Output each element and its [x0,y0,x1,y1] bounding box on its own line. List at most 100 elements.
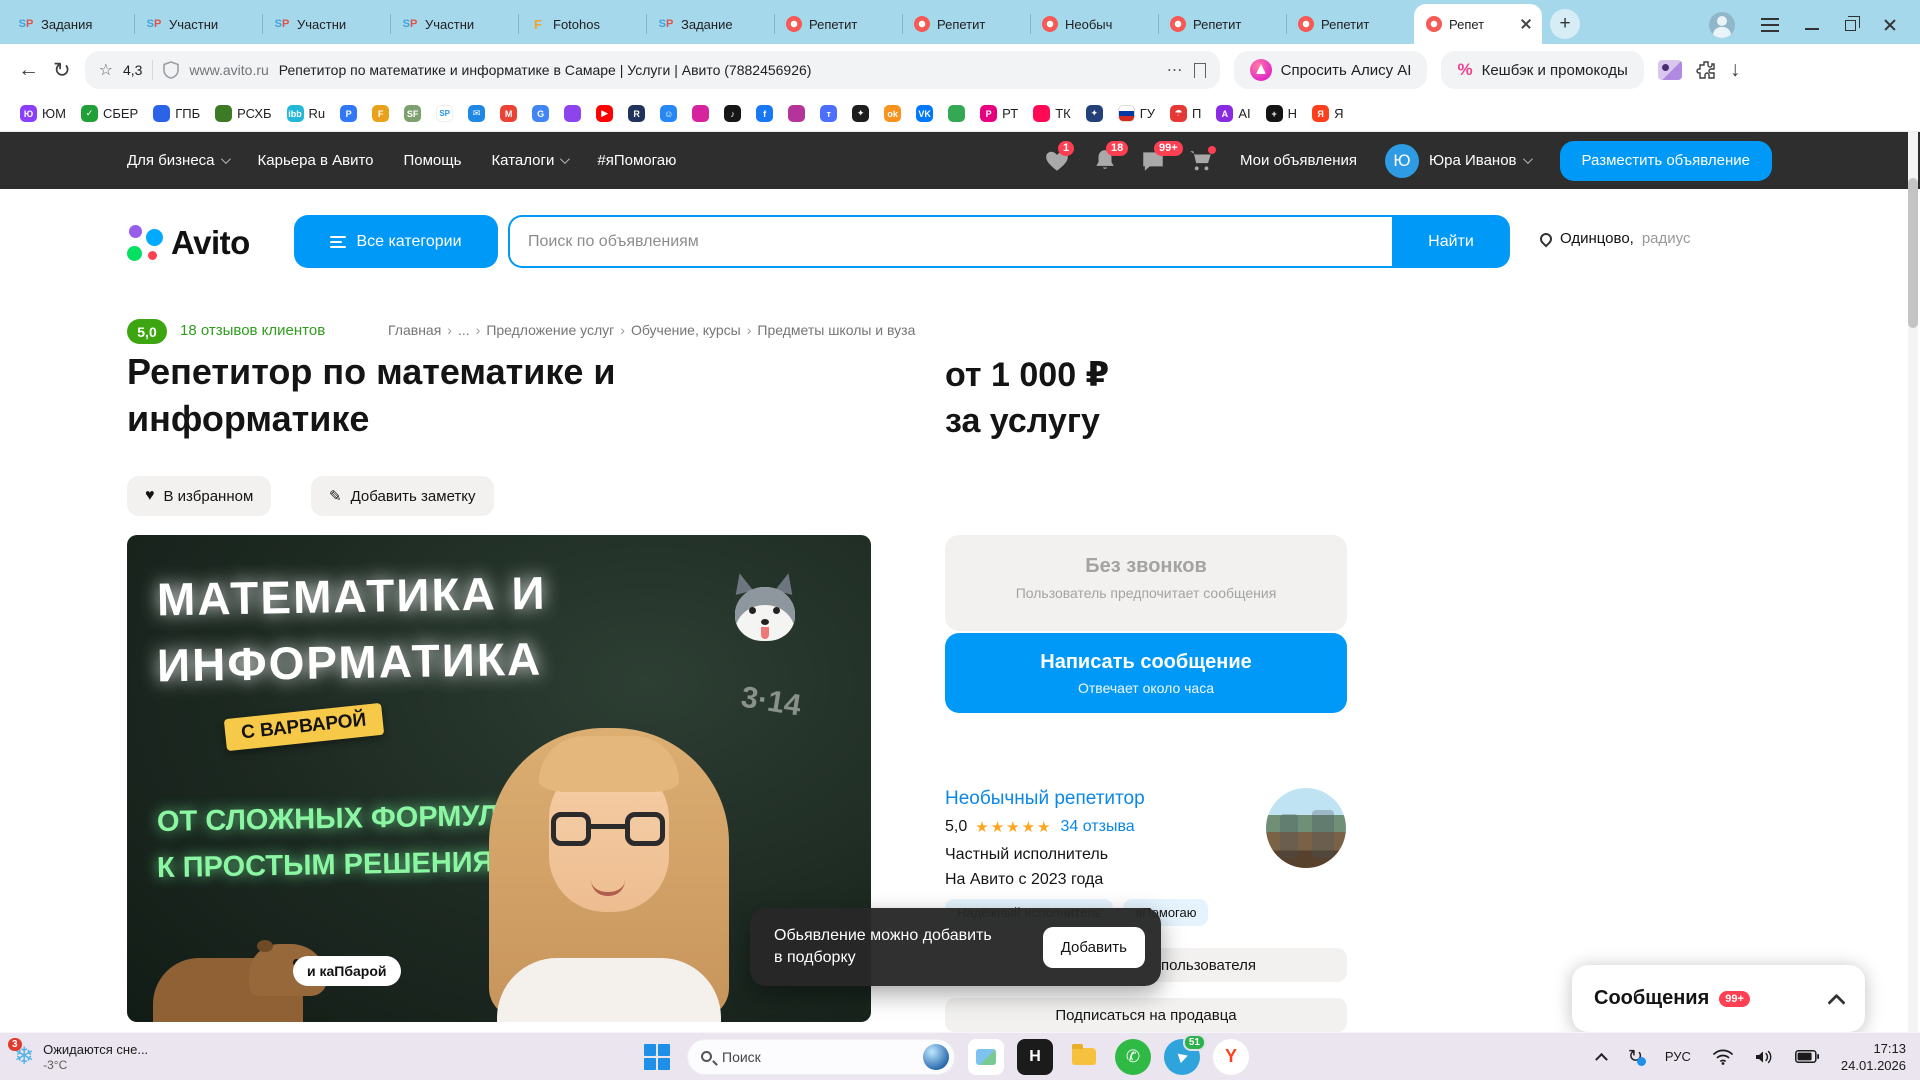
seller-reviews-link[interactable]: 34 отзыва [1061,818,1135,836]
window-close-button[interactable] [1882,17,1898,33]
user-menu[interactable]: Ю Юра Иванов [1384,143,1533,178]
post-ad-button[interactable]: Разместить объявление [1559,140,1772,181]
taskbar-search[interactable]: Поиск [687,1038,955,1075]
file-explorer-icon[interactable] [1066,1039,1102,1075]
bookmark-item[interactable] [948,105,966,122]
nav-link[interactable]: Помощь [404,152,462,169]
alice-ai-button[interactable]: Спросить Алису AI [1233,51,1428,89]
bookmark-item[interactable]: ТК [1033,105,1071,122]
sync-tray-icon[interactable]: ↻ [1628,1046,1646,1067]
site-rating-star-icon[interactable]: ☆ [99,60,113,80]
browser-tab[interactable]: Необыч [1030,4,1158,44]
breadcrumb-item[interactable]: Предложение услуг [486,322,625,338]
reload-button[interactable]: ↻ [53,58,71,83]
wifi-icon[interactable] [1713,1049,1733,1065]
bookmark-item[interactable]: M [500,105,518,122]
browser-tab[interactable]: Задание [646,4,774,44]
photos-app-icon[interactable] [968,1038,1004,1075]
bookmark-item[interactable]: G [532,105,550,122]
telegram-icon[interactable]: 51 [1164,1033,1206,1075]
bookmark-item[interactable]: ✦ [852,105,870,122]
chevron-up-icon[interactable] [1827,993,1846,1012]
tray-chevron-up-icon[interactable] [1594,1052,1608,1066]
new-tab-button[interactable]: + [1550,9,1580,39]
browser-tab[interactable]: Репетит [1286,4,1414,44]
bookmark-item[interactable]: P РТ [980,105,1018,122]
client-reviews-link[interactable]: 18 отзывов клиентов [180,322,325,339]
bookmark-flag-icon[interactable] [1193,62,1206,78]
bookmark-item[interactable]: РСХБ [215,105,272,122]
taskbar-weather-widget[interactable]: ❄ 3 Ожидаются сне... -3°C [0,1038,162,1072]
yandex-browser-icon[interactable]: Y [1213,1038,1249,1075]
language-indicator[interactable]: РУС [1665,1049,1691,1064]
all-categories-button[interactable]: Все категории [294,215,498,268]
find-button[interactable]: Найти [1392,215,1510,268]
battery-icon[interactable] [1794,1050,1819,1063]
browser-tab[interactable]: Участни [390,4,518,44]
scrollbar-thumb[interactable] [1908,178,1918,328]
bookmark-item[interactable] [564,105,582,122]
browser-profile-avatar[interactable] [1709,12,1735,38]
bookmark-item[interactable]: Ю ЮМ [20,105,66,122]
bookmark-item[interactable]: + Н [1265,105,1297,122]
bookmark-item[interactable]: ГПБ [153,105,200,122]
add-note-button[interactable]: ✎ Добавить заметку [311,476,494,516]
bookmark-item[interactable] [788,105,806,122]
window-restore-button[interactable] [1845,15,1860,31]
browser-tab[interactable]: Задания [6,4,134,44]
bookmark-item[interactable]: A AI [1216,105,1251,122]
bookmark-item[interactable]: SF [404,105,422,122]
nav-link[interactable]: Для бизнеса [127,152,231,169]
bookmark-item[interactable]: ok [884,105,902,122]
taskbar-clock[interactable]: 17:13 24.01.2026 [1841,1040,1906,1074]
bookmark-item[interactable]: ☺ [660,105,678,122]
bookmark-item[interactable]: SP [436,105,454,122]
bookmark-item[interactable]: ✦ [1085,105,1103,122]
nav-link[interactable]: #яПомогаю [597,152,676,169]
browser-tab[interactable]: Участни [262,4,390,44]
my-ads-link[interactable]: Мои объявления [1240,152,1357,169]
bookmark-item[interactable]: ibb Ru [286,105,325,122]
nav-link[interactable]: Карьера в Авито [258,152,374,169]
downloads-icon[interactable]: ↓ [1730,58,1741,82]
browser-tab[interactable]: Репетит [774,4,902,44]
wallpaper-extension-icon[interactable] [1657,60,1682,80]
browser-tab[interactable]: Участни [134,4,262,44]
hh-app-icon[interactable]: H [1017,1038,1053,1075]
volume-icon[interactable] [1755,1049,1773,1065]
bookmark-item[interactable]: ✉ [468,105,486,122]
cashback-button[interactable]: % Кешбэк и промокоды [1441,51,1644,89]
omnibox-more-icon[interactable]: ⋯ [1167,60,1184,80]
bookmark-item[interactable]: VK [916,105,934,122]
location-selector[interactable]: Одинцово, радиус [1537,230,1690,247]
browser-tab[interactable]: Репетит [1158,4,1286,44]
breadcrumb-item[interactable]: Обучение, курсы [631,322,751,338]
bookmark-item[interactable] [692,105,710,122]
notifications-bell-icon[interactable]: 18 [1092,140,1129,174]
back-button[interactable]: ← [18,58,39,82]
bookmark-item[interactable]: ♪ [724,105,742,122]
bookmark-item[interactable]: f [756,105,774,122]
toast-add-button[interactable]: Добавить [1042,926,1145,968]
breadcrumb-item[interactable]: ... [458,322,480,338]
messages-chat-icon[interactable]: 99+ [1140,140,1183,174]
start-button[interactable] [640,1040,674,1074]
favorites-heart-icon[interactable]: 1 [1044,140,1075,174]
omnibox[interactable]: ☆ 4,3 www.avito.ru Репетитор по математи… [84,51,1220,89]
extensions-puzzle-icon[interactable] [1696,60,1716,80]
bookmark-item[interactable]: R [628,105,646,122]
bookmark-item[interactable]: P [340,105,358,122]
search-input[interactable] [508,215,1392,268]
bookmark-item[interactable]: ✓ СБЕР [80,105,138,122]
write-message-button[interactable]: Написать сообщение Отвечает около часа [945,633,1347,713]
bookmark-item[interactable]: ☂ П [1170,105,1201,122]
cart-icon[interactable] [1188,145,1216,174]
avito-logo[interactable]: Avito [127,224,250,262]
tab-close-icon[interactable] [1518,16,1534,32]
seller-name-link[interactable]: Необычный репетитор [945,788,1145,810]
bookmark-item[interactable]: ГУ [1117,105,1155,122]
favorite-button[interactable]: ♥ В избранном [127,476,272,516]
seller-avatar[interactable] [1266,788,1346,868]
messages-panel[interactable]: Сообщения 99+ [1572,965,1865,1032]
bookmark-item[interactable]: т [820,105,838,122]
